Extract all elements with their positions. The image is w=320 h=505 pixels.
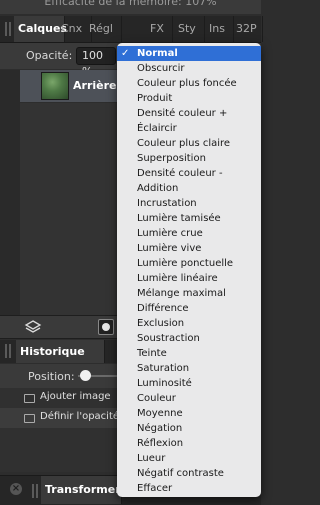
blend-mode-label: Exclusion bbox=[137, 318, 185, 329]
blend-mode-item[interactable]: Lumière tamisée bbox=[117, 211, 261, 226]
history-step-icon bbox=[24, 414, 35, 423]
blend-mode-label: Lumière crue bbox=[137, 228, 203, 239]
tab-historique[interactable]: Historique bbox=[16, 340, 105, 363]
mask-icon bbox=[102, 323, 110, 331]
layer-thumbnail bbox=[41, 72, 69, 100]
blend-mode-label: Éclaircir bbox=[137, 123, 177, 134]
position-label: Position: bbox=[28, 370, 75, 383]
blend-mode-label: Lumière tamisée bbox=[137, 213, 221, 224]
tab-regl[interactable]: Régl bbox=[85, 16, 122, 42]
blend-mode-item[interactable]: Teinte bbox=[117, 346, 261, 361]
blend-mode-label: Lumière linéaire bbox=[137, 273, 218, 284]
blend-mode-label: Addition bbox=[137, 183, 179, 194]
blend-mode-label: Teinte bbox=[137, 348, 167, 359]
blend-mode-label: Normal bbox=[137, 48, 178, 59]
blend-mode-label: Incrustation bbox=[137, 198, 197, 209]
blend-mode-item[interactable]: Exclusion bbox=[117, 316, 261, 331]
blend-mode-label: Couleur plus claire bbox=[137, 138, 231, 149]
blend-mode-item[interactable]: Addition bbox=[117, 181, 261, 196]
close-icon[interactable]: × bbox=[10, 483, 22, 495]
blend-mode-item[interactable]: Moyenne bbox=[117, 406, 261, 421]
position-slider-knob[interactable] bbox=[80, 370, 91, 381]
blend-mode-item[interactable]: Saturation bbox=[117, 361, 261, 376]
blend-mode-label: Densité couleur - bbox=[137, 168, 223, 179]
blend-mode-label: Différence bbox=[137, 303, 189, 314]
mask-button[interactable] bbox=[98, 319, 114, 335]
history-item-label: Ajouter image bbox=[40, 391, 111, 402]
tab-32p[interactable]: 32P bbox=[232, 16, 263, 42]
blend-mode-item[interactable]: Lumière linéaire bbox=[117, 271, 261, 286]
panel-grip-icon[interactable] bbox=[4, 344, 12, 358]
memory-efficiency-text: Efficacité de la mémoire: 107% bbox=[44, 0, 217, 8]
blend-mode-label: Couleur bbox=[137, 393, 176, 404]
blend-mode-label: Superposition bbox=[137, 153, 206, 164]
blend-mode-item[interactable]: Lumière ponctuelle bbox=[117, 256, 261, 271]
blend-mode-label: Couleur plus foncée bbox=[137, 78, 237, 89]
blend-mode-label: Soustraction bbox=[137, 333, 200, 344]
blend-mode-item[interactable]: Densité couleur + bbox=[117, 106, 261, 121]
blend-mode-item[interactable]: Luminosité bbox=[117, 376, 261, 391]
blend-mode-item[interactable]: Couleur bbox=[117, 391, 261, 406]
tab-fx[interactable]: FX bbox=[146, 16, 173, 42]
blend-mode-item[interactable]: Soustraction bbox=[117, 331, 261, 346]
blend-mode-item[interactable]: Densité couleur - bbox=[117, 166, 261, 181]
blend-mode-item[interactable]: Lumière vive bbox=[117, 241, 261, 256]
blend-mode-label: Densité couleur + bbox=[137, 108, 228, 119]
layers-tab-bar: Calques Cnx Régl FX Sty Ins 32P bbox=[0, 16, 263, 43]
tab-transformer[interactable]: Transformer bbox=[41, 476, 122, 504]
opacity-label: Opacité: bbox=[26, 49, 73, 62]
blend-mode-item[interactable]: Négatif contraste bbox=[117, 466, 261, 481]
blend-mode-label: Mélange maximal bbox=[137, 288, 226, 299]
blend-mode-label: Saturation bbox=[137, 363, 190, 374]
tab-sty[interactable]: Sty bbox=[174, 16, 205, 42]
blend-mode-item[interactable]: Lumière crue bbox=[117, 226, 261, 241]
blend-mode-item[interactable]: Différence bbox=[117, 301, 261, 316]
blend-mode-item[interactable]: Superposition bbox=[117, 151, 261, 166]
blend-mode-label: Lumière ponctuelle bbox=[137, 258, 234, 269]
panel-grip-icon[interactable] bbox=[4, 22, 12, 36]
blend-mode-label: Négation bbox=[137, 423, 183, 434]
opacity-field[interactable]: 100 % bbox=[76, 47, 116, 78]
blend-mode-label: Moyenne bbox=[137, 408, 183, 419]
blend-mode-item[interactable]: Éclaircir bbox=[117, 121, 261, 136]
panel-grip-icon[interactable] bbox=[31, 484, 39, 498]
blend-mode-item[interactable]: Produit bbox=[117, 91, 261, 106]
blend-mode-item-normal[interactable]: ✓ Normal bbox=[117, 46, 261, 61]
blend-mode-item[interactable]: Obscurcir bbox=[117, 61, 261, 76]
blend-mode-label: Produit bbox=[137, 93, 173, 104]
memory-efficiency-bar: Efficacité de la mémoire: 107% bbox=[0, 0, 261, 14]
blend-mode-label: Négatif contraste bbox=[137, 468, 224, 479]
blend-mode-item[interactable]: Négation bbox=[117, 421, 261, 436]
history-step-icon bbox=[24, 394, 35, 403]
blend-mode-label: Obscurcir bbox=[137, 63, 185, 74]
blend-mode-label: Lueur bbox=[137, 453, 166, 464]
blend-mode-item[interactable]: Effacer bbox=[117, 481, 261, 496]
blend-mode-item[interactable]: Incrustation bbox=[117, 196, 261, 211]
history-item-label: Définir l'opacité g bbox=[40, 411, 129, 422]
blend-mode-item[interactable]: Couleur plus foncée bbox=[117, 76, 261, 91]
layers-stack-icon[interactable] bbox=[24, 318, 42, 336]
blend-mode-item[interactable]: Couleur plus claire bbox=[117, 136, 261, 151]
blend-mode-label: Luminosité bbox=[137, 378, 192, 389]
blend-mode-label: Réflexion bbox=[137, 438, 184, 449]
blend-mode-item[interactable]: Réflexion bbox=[117, 436, 261, 451]
blend-mode-menu: ✓ Normal Obscurcir Couleur plus foncée P… bbox=[117, 43, 261, 497]
blend-mode-label: Lumière vive bbox=[137, 243, 202, 254]
blend-mode-item[interactable]: Lueur bbox=[117, 451, 261, 466]
blend-mode-item[interactable]: Mélange maximal bbox=[117, 286, 261, 301]
layers-left-strip bbox=[0, 70, 20, 315]
checkmark-icon: ✓ bbox=[121, 48, 130, 59]
blend-mode-label: Effacer bbox=[137, 483, 173, 494]
tab-ins[interactable]: Ins bbox=[205, 16, 234, 42]
